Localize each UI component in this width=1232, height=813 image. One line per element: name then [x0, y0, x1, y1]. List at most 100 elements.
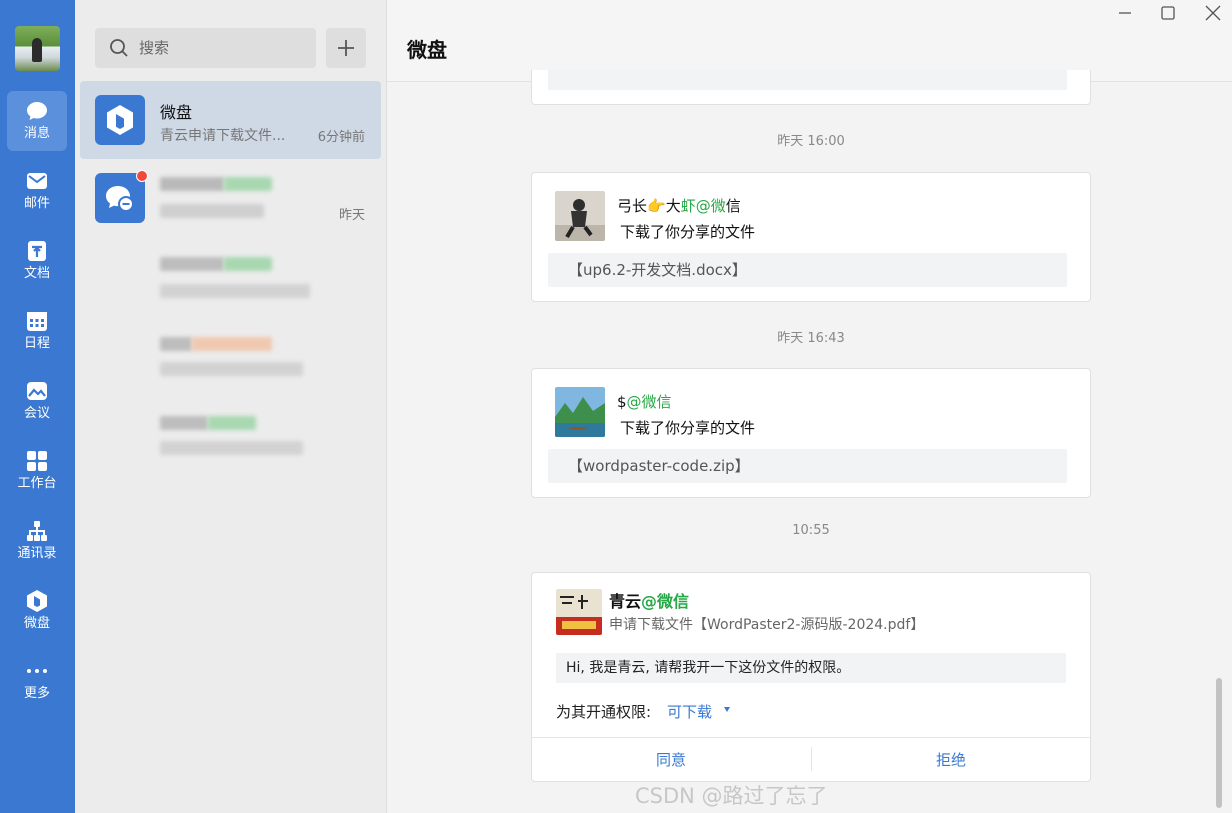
weipan-app-icon	[95, 95, 145, 145]
nav-docs[interactable]: 文档	[7, 231, 67, 291]
nav-label: 工作台	[17, 476, 57, 491]
plus-icon	[338, 40, 354, 56]
nav-label: 邮件	[23, 196, 50, 211]
maximize-icon[interactable]	[1158, 4, 1178, 22]
document-icon	[28, 241, 46, 261]
sender-line: 弓长👉大虾@微信	[617, 195, 741, 216]
file-name[interactable]: 【wordpaster-code.zip】	[548, 449, 1067, 483]
request-message: Hi, 我是青云, 请帮我开一下这份文件的权限。	[556, 653, 1066, 683]
blurred-preview	[160, 284, 310, 298]
close-icon[interactable]	[1203, 4, 1223, 22]
nav-label: 更多	[23, 686, 50, 701]
sender-name: 弓长	[617, 197, 648, 215]
search-icon	[110, 39, 128, 57]
nav-weipan[interactable]: 微盘	[7, 581, 67, 641]
weipan-logo-icon	[107, 105, 133, 135]
download-notification-card: $@微信 下载了你分享的文件 【wordpaster-code.zip】	[531, 368, 1091, 498]
meeting-icon	[27, 382, 47, 400]
nav-calendar[interactable]: 日程	[7, 301, 67, 361]
minimize-icon[interactable]	[1115, 4, 1135, 22]
permission-label: 为其开通权限:	[556, 703, 652, 721]
blurred-org	[224, 257, 272, 271]
request-subtitle: 申请下载文件【WordPaster2-源码版-2024.pdf】	[609, 617, 925, 633]
previous-file-row	[548, 70, 1067, 90]
mail-icon	[27, 173, 47, 189]
blurred-name	[160, 257, 224, 271]
nav-label: 文档	[23, 266, 50, 281]
blurred-name	[160, 337, 192, 351]
user-avatar	[555, 387, 605, 437]
nav-label: 微盘	[23, 616, 50, 631]
conversation-time: 6分钟前	[317, 130, 365, 145]
conversation-name: 微盘	[160, 103, 193, 122]
permission-dropdown[interactable]: 可下载	[667, 701, 712, 722]
workbench-icon	[27, 451, 47, 471]
download-notification-card: 弓长👉大虾@微信 下载了你分享的文件 【up6.2-开发文档.docx】	[531, 172, 1091, 302]
calendar-icon	[27, 312, 47, 331]
timestamp: 昨天 16:43	[777, 331, 845, 346]
previous-notification-card	[531, 70, 1091, 105]
nav-label: 会议	[23, 406, 50, 421]
chat-title: 微盘	[407, 38, 447, 62]
pointing-hand-emoji: 👉	[647, 197, 666, 215]
permission-request-card: 青云@微信 申请下载文件【WordPaster2-源码版-2024.pdf】 H…	[531, 572, 1091, 782]
timestamp: 10:55	[792, 523, 830, 538]
avatar-photo-icon	[555, 191, 605, 241]
requester-avatar	[556, 589, 602, 635]
blurred-preview	[160, 204, 264, 218]
contacts-icon	[27, 521, 47, 541]
sender-name-suffix: 大	[665, 197, 681, 215]
blurred-org	[224, 177, 272, 191]
unread-badge	[136, 170, 148, 182]
user-avatar	[555, 191, 605, 241]
action-text: 下载了你分享的文件	[620, 223, 756, 241]
nav-label: 日程	[23, 336, 50, 351]
requester-org: @微信	[641, 592, 690, 611]
chat-scrollbar[interactable]	[1216, 678, 1222, 808]
sender-name: $	[617, 393, 627, 411]
sender-org: @微信	[626, 393, 672, 411]
nav-more[interactable]: 更多	[7, 651, 67, 711]
file-name[interactable]: 【up6.2-开发文档.docx】	[548, 253, 1067, 287]
blurred-name	[160, 177, 224, 191]
reject-button[interactable]: 拒绝	[812, 738, 1090, 782]
action-text: 下载了你分享的文件	[620, 419, 756, 437]
user-avatar[interactable]	[15, 26, 60, 71]
requester-line: 青云@微信	[609, 588, 689, 612]
requester-name: 青云	[609, 592, 642, 611]
search-input[interactable]	[139, 36, 299, 60]
blurred-org	[208, 416, 256, 430]
blurred-preview	[160, 441, 303, 455]
conversation-time: 昨天	[338, 208, 365, 223]
nav-mail[interactable]: 邮件	[7, 161, 67, 221]
chat-panel: 微盘 昨天 16:00 弓长👉大虾@微信 下载了你分享的文件 【up6.2-开发…	[387, 0, 1232, 813]
sender-org-suffix: 信	[725, 197, 741, 215]
blurred-name	[160, 416, 208, 430]
watermark: CSDN @路过了忘了	[635, 784, 828, 808]
agree-button[interactable]: 同意	[532, 738, 810, 782]
blurred-preview	[160, 362, 303, 376]
nav-contacts[interactable]: 通讯录	[7, 511, 67, 571]
weipan-icon	[27, 590, 47, 612]
conversation-item-blurred[interactable]: 昨天	[80, 159, 381, 237]
conversation-list: 微盘 青云申请下载文件... 6分钟前 昨天	[75, 0, 387, 813]
nav-label: 通讯录	[17, 546, 57, 561]
search-box[interactable]	[95, 28, 316, 68]
timestamp: 昨天 16:00	[777, 134, 845, 149]
app-sidebar: 消息 邮件 文档 日程 会议 工作台 通讯录 微盘 更多	[0, 0, 75, 813]
sender-org: 虾@微	[680, 197, 726, 215]
nav-label: 消息	[23, 126, 50, 141]
nav-meeting[interactable]: 会议	[7, 371, 67, 431]
avatar-landscape-icon	[555, 387, 605, 437]
conversation-preview: 青云申请下载文件...	[160, 128, 286, 144]
blurred-org	[192, 337, 272, 351]
sender-line: $@微信	[617, 391, 672, 412]
avatar-poster-icon	[556, 589, 602, 635]
more-dots-icon	[27, 669, 47, 673]
conversation-item-weipan[interactable]: 微盘 青云申请下载文件... 6分钟前	[80, 81, 381, 159]
dropdown-caret-icon[interactable]	[724, 707, 730, 712]
chat-bubble-icon	[27, 102, 47, 120]
nav-messages[interactable]: 消息	[7, 91, 67, 151]
nav-workbench[interactable]: 工作台	[7, 441, 67, 501]
add-button[interactable]	[326, 28, 366, 68]
